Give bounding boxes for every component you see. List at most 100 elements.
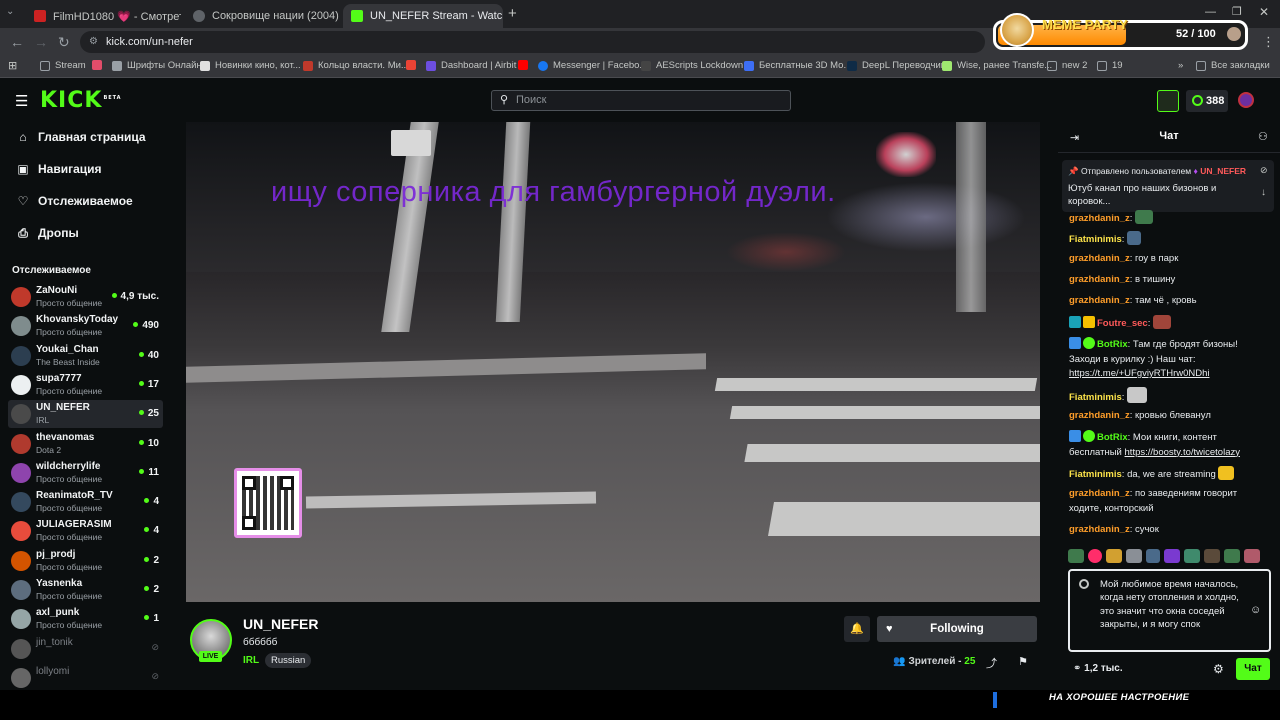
report-icon[interactable]: ⚑ — [1018, 655, 1028, 668]
browser-tab-kick[interactable]: UN_NEFER Stream - Watch 🔊 ✕ — [343, 4, 503, 28]
sidebar-channel[interactable]: ReanimatoR_TV Просто общение 4 — [8, 488, 163, 516]
avatar — [11, 638, 31, 659]
bookmark-folder-19[interactable]: 19 — [1097, 60, 1123, 71]
bookmark-icon-only[interactable] — [92, 60, 107, 70]
bookmark-fonts[interactable]: Шрифты Онлайн — [112, 60, 202, 71]
maximize-icon[interactable]: ❐ — [1232, 5, 1242, 18]
chat-link[interactable]: https://boosty.to/twicetolazy — [1125, 447, 1240, 458]
nav-home[interactable]: ⌂ Главная страница — [16, 127, 145, 147]
close-icon[interactable]: ✕ — [339, 9, 340, 23]
notification-bell-icon[interactable]: 🔔 — [844, 616, 870, 642]
channel-name: jin_tonik — [36, 636, 73, 648]
unpin-icon[interactable]: ⊘ — [1260, 165, 1268, 176]
sidebar-channel[interactable]: Yasnenka Просто общение 2 — [8, 576, 163, 604]
emote-icon[interactable] — [1204, 549, 1220, 563]
user-avatar[interactable] — [1238, 92, 1254, 108]
pinned-message[interactable]: 📌 Отправлено пользователем ♦ UN_NEFER ⊘ … — [1062, 160, 1274, 212]
chat-users-icon[interactable]: ⚇ — [1258, 130, 1268, 143]
forward-icon[interactable]: → — [34, 34, 48, 50]
all-bookmarks[interactable]: Все закладки — [1196, 60, 1270, 71]
emote-icon[interactable] — [1184, 549, 1200, 563]
back-icon[interactable]: ← — [10, 34, 24, 50]
emote-icon[interactable] — [1146, 549, 1160, 563]
emote-icon[interactable] — [1106, 549, 1122, 563]
browser-tab-filmhd[interactable]: FilmHD1080 💗 - Смотреть он ✕ — [26, 4, 181, 28]
video-player[interactable]: ищу соперника для гамбургерной дуэли. — [186, 122, 1040, 602]
language-tag[interactable]: Russian — [265, 653, 312, 668]
new-tab-icon[interactable]: + — [508, 5, 517, 22]
bookmark-aescripts[interactable]: AEScripts Lockdown... — [641, 60, 751, 71]
nav-browse[interactable]: ▣ Навигация — [16, 159, 101, 179]
video-building-lights — [826, 182, 1026, 252]
emote-icon[interactable] — [1088, 549, 1102, 563]
bookmark-messenger[interactable]: Messenger | Facebo... — [538, 60, 647, 71]
emote-icon[interactable] — [1164, 549, 1180, 563]
apps-grid-icon[interactable]: ⊞ — [8, 59, 17, 72]
site-info-icon[interactable]: ⚙ — [89, 31, 98, 53]
sidebar-channel[interactable]: KhovanskyToday Просто общение 490 — [8, 312, 163, 340]
bookmark-rings[interactable]: Кольцо власти. Ми... — [303, 60, 409, 71]
emote-icon[interactable] — [1244, 549, 1260, 563]
sidebar-channel[interactable]: jin_tonik ⊘ — [8, 635, 163, 663]
viewer-count: 👥 Зрителей - 25 — [893, 656, 976, 667]
chat-message: grazhdanin_z: в тишину — [1069, 274, 1176, 285]
emote-icon[interactable] — [1224, 549, 1240, 563]
nav-drops[interactable]: ⎙ Дропы — [16, 223, 79, 243]
sidebar-channel[interactable]: UN_NEFER IRL 25 — [8, 400, 163, 429]
sidebar-channel[interactable]: lollyomi ⊘ — [8, 664, 163, 692]
bookmark-deepl[interactable]: DeepL Переводчик — [847, 60, 945, 71]
stream-category-link[interactable]: IRL — [243, 655, 259, 666]
sidebar-channel[interactable]: pj_prodj Просто общение 2 — [8, 547, 163, 575]
sidebar-channel[interactable]: Youkai_Chan The Beast Inside 40 — [8, 342, 163, 370]
search-input[interactable]: ⚲ Поиск — [491, 90, 791, 111]
sidebar-channel[interactable]: JULIAGERASIM Просто общение 4 — [8, 517, 163, 545]
sidebar-channel[interactable]: wildcherrylife Просто общение 11 — [8, 459, 163, 487]
channel-category: The Beast Inside — [36, 356, 100, 367]
bookmark-youtube[interactable] — [518, 60, 533, 70]
streamer-name[interactable]: UN_NEFER — [243, 616, 318, 632]
sidebar-channel[interactable]: thevanomas Dota 2 10 — [8, 430, 163, 458]
nav-following[interactable]: ♡ Отслеживаемое — [16, 191, 133, 211]
bookmark-wise[interactable]: Wise, ранее Transfe... — [942, 60, 1052, 71]
folder-icon — [1196, 60, 1206, 71]
hamburger-menu-icon[interactable]: ☰ — [15, 92, 28, 110]
more-bookmarks-icon[interactable]: » — [1178, 60, 1183, 71]
sidebar-channel[interactable]: ZaNouNi Просто общение 4,9 тыс. — [8, 283, 163, 311]
url-field[interactable]: ⚙ kick.com/un-nefer — [80, 31, 985, 53]
browser-menu-icon[interactable]: ⋮ — [1262, 34, 1275, 50]
qr-code-icon[interactable] — [234, 468, 302, 538]
send-chat-button[interactable]: Чат — [1236, 658, 1270, 680]
following-section-title: Отслеживаемое — [12, 265, 91, 276]
following-button[interactable]: ♥ Following — [877, 616, 1037, 642]
window-close-icon[interactable]: ✕ — [1259, 5, 1269, 19]
chat-input[interactable]: Мой любимое время началось, когда нету о… — [1068, 569, 1271, 652]
kick-logo[interactable]: KICKBETA — [40, 88, 122, 113]
bookmark-airbit[interactable]: Dashboard | Airbit — [426, 60, 516, 71]
browser-tab-treasure[interactable]: Сокровище нации (2004) ✕ — [185, 4, 340, 28]
kick-points-button[interactable]: 388 — [1186, 90, 1228, 112]
bookmark-folder-new2[interactable]: new 2 — [1047, 60, 1087, 71]
emote-icon[interactable] — [1068, 549, 1084, 563]
bookmark-3d[interactable]: Бесплатные 3D Мо... — [744, 60, 851, 71]
sidebar-channel[interactable]: supa7777 Просто общение 17 — [8, 371, 163, 399]
bookmark-stream[interactable]: Stream — [40, 60, 86, 71]
expand-icon[interactable]: ↓ — [1261, 187, 1266, 198]
channel-category: Просто общение — [36, 298, 103, 308]
channel-points[interactable]: ⚭ 1,2 тыс. — [1073, 663, 1123, 674]
share-icon[interactable]: ⤴ — [986, 655, 997, 671]
quick-emotes-bar[interactable] — [1068, 549, 1273, 565]
chat-link[interactable]: https://t.me/+UFgviyRTHrw0NDhi — [1069, 368, 1210, 379]
chat-message: BotRix: Там где бродят бизоны! Заходи в … — [1069, 337, 1238, 379]
minimize-icon[interactable]: — — [1205, 6, 1216, 18]
chat-settings-icon[interactable]: ⚙ — [1213, 662, 1224, 676]
creator-dashboard-icon[interactable] — [1157, 90, 1179, 112]
bookmark-movies[interactable]: Новинки кино, кот... — [200, 60, 301, 71]
reload-icon[interactable]: ↻ — [58, 34, 70, 51]
viewer-count: 1 — [144, 613, 159, 624]
tab-search-icon[interactable]: ⌄ — [6, 6, 14, 17]
emoji-picker-icon[interactable]: ☺ — [1250, 604, 1261, 616]
bookmark-gmail[interactable] — [406, 60, 421, 70]
chat-divider — [1058, 152, 1280, 153]
sidebar-channel[interactable]: axl_punk Просто общение 1 — [8, 605, 163, 633]
emote-icon[interactable] — [1126, 549, 1142, 563]
